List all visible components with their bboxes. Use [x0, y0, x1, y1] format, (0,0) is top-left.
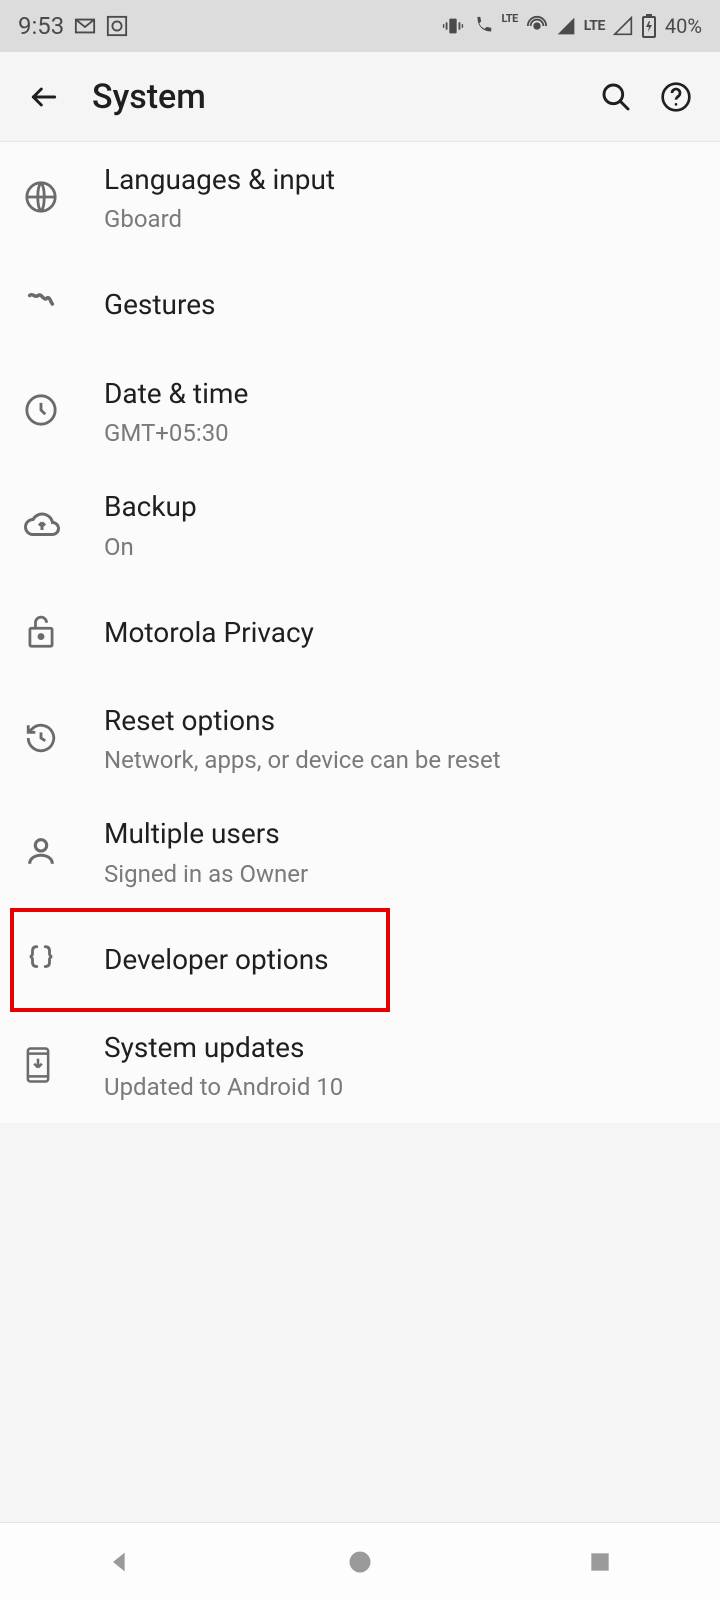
- item-title: Motorola Privacy: [104, 615, 696, 651]
- lte-label: LTE: [584, 18, 605, 34]
- nav-home-button[interactable]: [336, 1538, 384, 1586]
- lock-open-icon: [24, 613, 58, 653]
- status-right: LTE LTE 40%: [442, 14, 702, 38]
- lte-label-small: LTE: [502, 12, 518, 25]
- item-languages-input[interactable]: Languages & input Gboard: [0, 142, 720, 256]
- status-bar: 9:53 LTE LTE 40%: [0, 0, 720, 52]
- vibrate-icon: [442, 15, 464, 37]
- circle-icon: [106, 15, 128, 37]
- signal-full-icon: [556, 16, 576, 36]
- item-developer-options[interactable]: Developer options: [0, 910, 720, 1010]
- item-backup[interactable]: Backup On: [0, 469, 720, 583]
- item-title: Developer options: [104, 942, 696, 978]
- item-title: Multiple users: [104, 816, 696, 852]
- item-sub: On: [104, 532, 696, 563]
- item-title: Date & time: [104, 376, 696, 412]
- status-time: 9:53: [18, 12, 64, 40]
- item-title: Backup: [104, 489, 696, 525]
- status-left: 9:53: [18, 12, 128, 40]
- item-title: Languages & input: [104, 162, 696, 198]
- page-title: System: [92, 77, 580, 117]
- system-update-icon: [24, 1046, 52, 1088]
- item-sub: GMT+05:30: [104, 418, 696, 449]
- signal-empty-icon: [613, 16, 633, 36]
- search-button[interactable]: [592, 73, 640, 121]
- battery-percent: 40%: [665, 14, 702, 38]
- battery-charging-icon: [641, 14, 657, 38]
- item-title: Reset options: [104, 703, 696, 739]
- app-bar: System: [0, 52, 720, 142]
- cloud-upload-icon: [24, 510, 60, 542]
- person-icon: [24, 834, 58, 872]
- item-title: Gestures: [104, 287, 696, 323]
- gesture-icon: [24, 287, 58, 325]
- nav-back-button[interactable]: [96, 1538, 144, 1586]
- item-system-updates[interactable]: System updates Updated to Android 10: [0, 1010, 720, 1124]
- settings-list: Languages & input Gboard Gestures Date &…: [0, 142, 720, 1123]
- help-button[interactable]: [652, 73, 700, 121]
- item-sub: Updated to Android 10: [104, 1072, 696, 1103]
- item-title: System updates: [104, 1030, 696, 1066]
- back-button[interactable]: [20, 73, 68, 121]
- wifi-call-icon: [472, 15, 494, 37]
- item-multiple-users[interactable]: Multiple users Signed in as Owner: [0, 796, 720, 910]
- clock-icon: [24, 393, 58, 431]
- globe-icon: [24, 180, 58, 218]
- item-reset-options[interactable]: Reset options Network, apps, or device c…: [0, 683, 720, 797]
- item-gestures[interactable]: Gestures: [0, 256, 720, 356]
- braces-icon: [24, 941, 58, 979]
- nav-bar: [0, 1522, 720, 1600]
- hotspot-icon: [526, 15, 548, 37]
- item-sub: Network, apps, or device can be reset: [104, 745, 696, 776]
- item-date-time[interactable]: Date & time GMT+05:30: [0, 356, 720, 470]
- item-motorola-privacy[interactable]: Motorola Privacy: [0, 583, 720, 683]
- item-sub: Signed in as Owner: [104, 859, 696, 890]
- gmail-icon: [74, 17, 96, 35]
- item-sub: Gboard: [104, 204, 696, 235]
- restore-icon: [24, 721, 58, 759]
- nav-recent-button[interactable]: [576, 1538, 624, 1586]
